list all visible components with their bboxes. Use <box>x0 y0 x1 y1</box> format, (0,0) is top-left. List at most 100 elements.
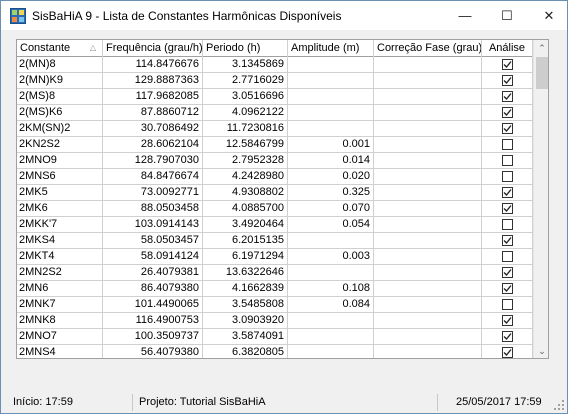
cell-correcao-fase[interactable] <box>374 329 482 345</box>
close-button[interactable]: ✕ <box>532 1 566 30</box>
cell-amplitude[interactable] <box>288 121 374 137</box>
cell-constante[interactable]: 2MN6 <box>17 281 103 297</box>
cell-correcao-fase[interactable] <box>374 73 482 89</box>
cell-periodo[interactable]: 12.5846799 <box>203 137 288 153</box>
cell-correcao-fase[interactable] <box>374 89 482 105</box>
maximize-button[interactable]: ☐ <box>490 1 524 30</box>
cell-periodo[interactable]: 6.2015135 <box>203 233 288 249</box>
cell-amplitude[interactable]: 0.014 <box>288 153 374 169</box>
table-row[interactable]: 2(MS)K6 87.8860712 4.0962122 <box>17 105 533 121</box>
table-row[interactable]: 2MNO7 100.3509737 3.5874091 <box>17 329 533 345</box>
cell-periodo[interactable]: 4.9308802 <box>203 185 288 201</box>
cell-frequencia[interactable]: 103.0914143 <box>103 217 203 233</box>
analise-checkbox[interactable] <box>502 59 513 70</box>
cell-amplitude[interactable]: 0.108 <box>288 281 374 297</box>
cell-frequencia[interactable]: 56.4079380 <box>103 345 203 358</box>
cell-frequencia[interactable]: 88.0503458 <box>103 201 203 217</box>
cell-correcao-fase[interactable] <box>374 57 482 73</box>
cell-constante[interactable]: 2MNS4 <box>17 345 103 358</box>
cell-amplitude[interactable]: 0.020 <box>288 169 374 185</box>
cell-periodo[interactable]: 4.0885700 <box>203 201 288 217</box>
scroll-down-icon[interactable]: ⌄ <box>534 343 548 358</box>
cell-constante[interactable]: 2MNK8 <box>17 313 103 329</box>
cell-constante[interactable]: 2MK5 <box>17 185 103 201</box>
cell-amplitude[interactable]: 0.084 <box>288 297 374 313</box>
cell-correcao-fase[interactable] <box>374 345 482 358</box>
cell-amplitude[interactable] <box>288 89 374 105</box>
cell-amplitude[interactable]: 0.054 <box>288 217 374 233</box>
table-row[interactable]: 2MNK7 101.4490065 3.5485808 0.084 <box>17 297 533 313</box>
cell-frequencia[interactable]: 128.7907030 <box>103 153 203 169</box>
cell-frequencia[interactable]: 117.9682085 <box>103 89 203 105</box>
cell-frequencia[interactable]: 30.7086492 <box>103 121 203 137</box>
cell-constante[interactable]: 2(MN)8 <box>17 57 103 73</box>
cell-amplitude[interactable] <box>288 313 374 329</box>
cell-constante[interactable]: 2MN2S2 <box>17 265 103 281</box>
cell-amplitude[interactable] <box>288 329 374 345</box>
table-row[interactable]: 2KN2S2 28.6062104 12.5846799 0.001 <box>17 137 533 153</box>
cell-amplitude[interactable] <box>288 73 374 89</box>
minimize-button[interactable]: — <box>448 1 482 30</box>
table-row[interactable]: 2KM(SN)2 30.7086492 11.7230816 <box>17 121 533 137</box>
column-header-periodo[interactable]: Periodo (h) <box>203 40 288 57</box>
cell-frequencia[interactable]: 73.0092771 <box>103 185 203 201</box>
cell-correcao-fase[interactable] <box>374 121 482 137</box>
table-row[interactable]: 2MNO9 128.7907030 2.7952328 0.014 <box>17 153 533 169</box>
cell-correcao-fase[interactable] <box>374 313 482 329</box>
column-header-frequencia[interactable]: Frequência (grau/h) <box>103 40 203 57</box>
cell-frequencia[interactable]: 101.4490065 <box>103 297 203 313</box>
cell-constante[interactable]: 2MNO9 <box>17 153 103 169</box>
scroll-thumb[interactable] <box>536 57 548 89</box>
cell-amplitude[interactable]: 0.003 <box>288 249 374 265</box>
cell-frequencia[interactable]: 28.6062104 <box>103 137 203 153</box>
cell-correcao-fase[interactable] <box>374 105 482 121</box>
table-row[interactable]: 2(MN)8 114.8476676 3.1345869 <box>17 57 533 73</box>
analise-checkbox[interactable] <box>502 267 513 278</box>
cell-amplitude[interactable] <box>288 345 374 358</box>
table-row[interactable]: 2(MN)K9 129.8887363 2.7716029 <box>17 73 533 89</box>
constants-grid[interactable]: Constante △ Frequência (grau/h) Periodo … <box>16 39 549 359</box>
cell-periodo[interactable]: 6.3820805 <box>203 345 288 358</box>
cell-periodo[interactable]: 6.1971294 <box>203 249 288 265</box>
cell-frequencia[interactable]: 87.8860712 <box>103 105 203 121</box>
cell-periodo[interactable]: 3.0516696 <box>203 89 288 105</box>
cell-correcao-fase[interactable] <box>374 185 482 201</box>
analise-checkbox[interactable] <box>502 203 513 214</box>
analise-checkbox[interactable] <box>502 251 513 262</box>
cell-periodo[interactable]: 4.1662839 <box>203 281 288 297</box>
cell-constante[interactable]: 2MKK'7 <box>17 217 103 233</box>
cell-periodo[interactable]: 3.4920464 <box>203 217 288 233</box>
table-row[interactable]: 2MKT4 58.0914124 6.1971294 0.003 <box>17 249 533 265</box>
cell-frequencia[interactable]: 58.0914124 <box>103 249 203 265</box>
cell-periodo[interactable]: 13.6322646 <box>203 265 288 281</box>
analise-checkbox[interactable] <box>502 187 513 198</box>
column-header-amplitude[interactable]: Amplitude (m) <box>288 40 374 57</box>
cell-constante[interactable]: 2MNS6 <box>17 169 103 185</box>
cell-correcao-fase[interactable] <box>374 217 482 233</box>
cell-frequencia[interactable]: 129.8887363 <box>103 73 203 89</box>
column-header-correcao-fase[interactable]: Correção Fase (grau) <box>374 40 482 57</box>
cell-constante[interactable]: 2KN2S2 <box>17 137 103 153</box>
analise-checkbox[interactable] <box>502 123 513 134</box>
cell-amplitude[interactable]: 0.001 <box>288 137 374 153</box>
analise-checkbox[interactable] <box>502 347 513 358</box>
cell-constante[interactable]: 2KM(SN)2 <box>17 121 103 137</box>
analise-checkbox[interactable] <box>502 107 513 118</box>
cell-periodo[interactable]: 3.0903920 <box>203 313 288 329</box>
cell-amplitude[interactable]: 0.070 <box>288 201 374 217</box>
cell-amplitude[interactable]: 0.325 <box>288 185 374 201</box>
cell-periodo[interactable]: 4.2428980 <box>203 169 288 185</box>
cell-amplitude[interactable] <box>288 265 374 281</box>
cell-correcao-fase[interactable] <box>374 281 482 297</box>
table-row[interactable]: 2MK5 73.0092771 4.9308802 0.325 <box>17 185 533 201</box>
cell-periodo[interactable]: 2.7952328 <box>203 153 288 169</box>
cell-periodo[interactable]: 11.7230816 <box>203 121 288 137</box>
cell-constante[interactable]: 2MKT4 <box>17 249 103 265</box>
cell-periodo[interactable]: 4.0962122 <box>203 105 288 121</box>
scroll-up-icon[interactable]: ⌃ <box>534 40 548 56</box>
cell-correcao-fase[interactable] <box>374 153 482 169</box>
cell-correcao-fase[interactable] <box>374 201 482 217</box>
cell-periodo[interactable]: 2.7716029 <box>203 73 288 89</box>
cell-periodo[interactable]: 3.1345869 <box>203 57 288 73</box>
cell-frequencia[interactable]: 86.4079380 <box>103 281 203 297</box>
